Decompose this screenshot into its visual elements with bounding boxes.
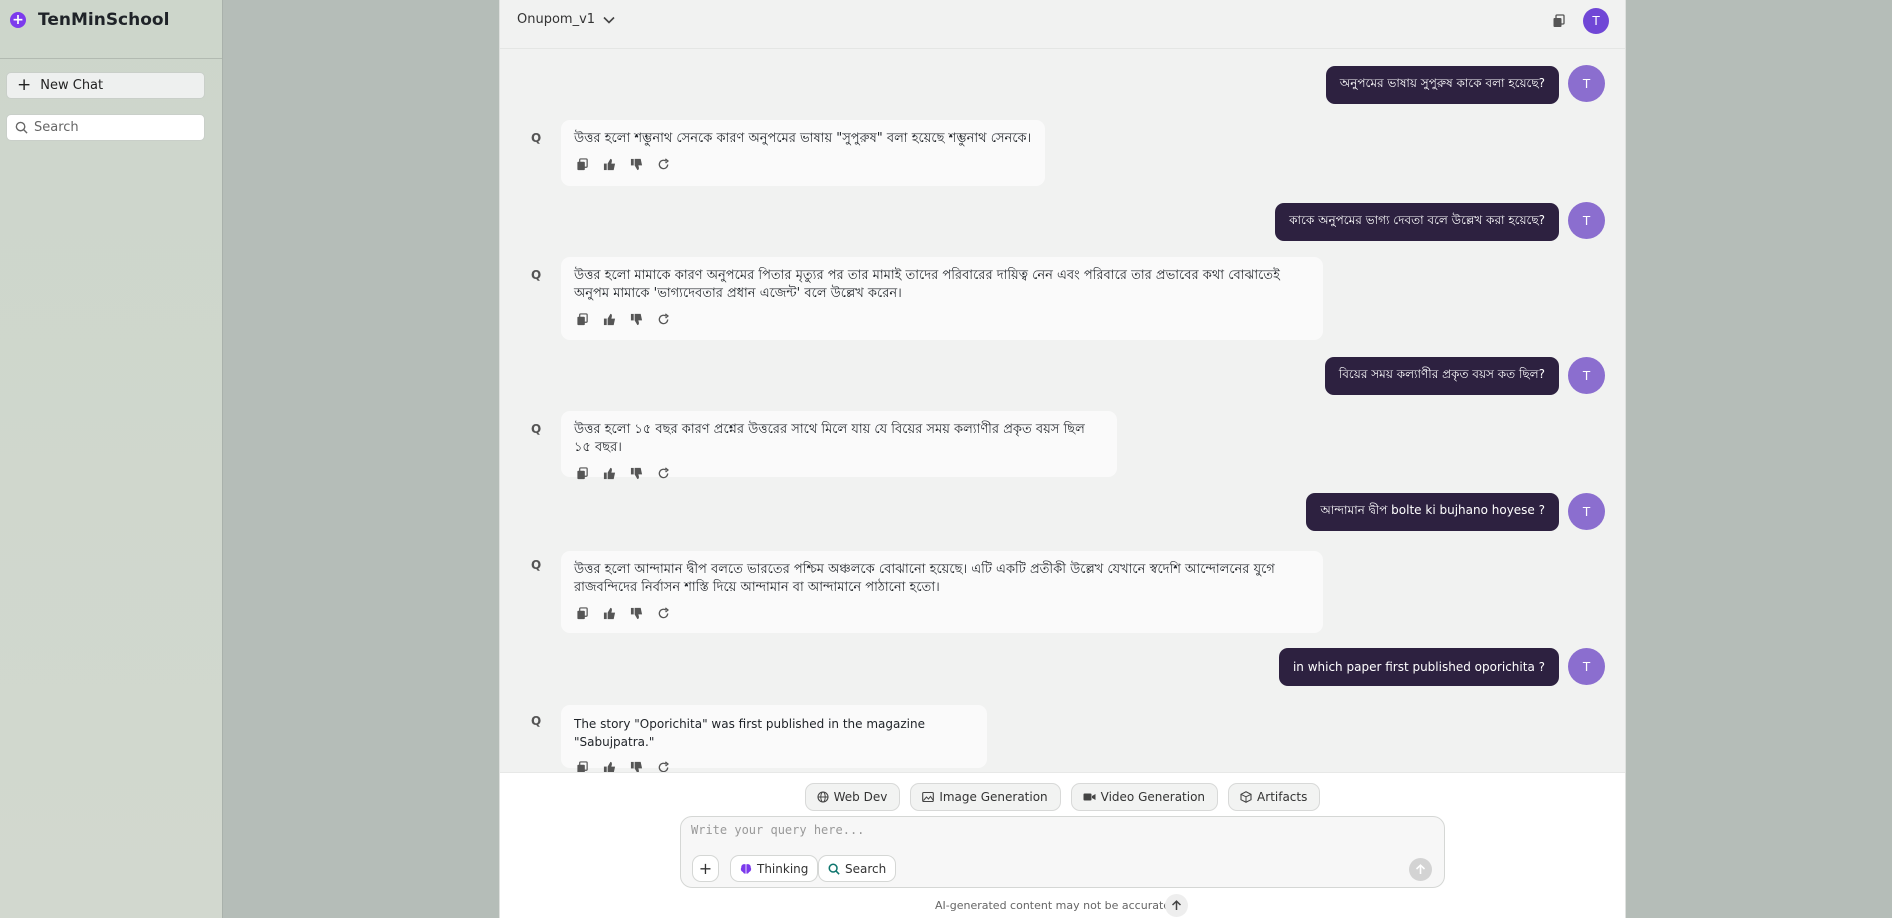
sidebar-divider <box>0 58 222 59</box>
thumbs-down-icon[interactable] <box>628 311 645 328</box>
new-chat-label: New Chat <box>40 78 104 93</box>
assistant-message: উত্তর হলো মামাকে কারণ অনুপমের পিতার মৃত্… <box>561 257 1323 340</box>
web-dev-chip[interactable]: Web Dev <box>804 783 901 811</box>
plus-icon: + <box>17 75 32 95</box>
message-actions <box>574 465 1104 482</box>
top-bar: Onupom_v1 T <box>500 0 1625 49</box>
user-message-text: অনুপমের ভাষায় সুপুরুষ কাকে বলা হয়েছে? <box>1339 76 1545 90</box>
assistant-message: উত্তর হলো শম্ভুনাথ সেনকে কারণ অনুপমের ভা… <box>561 120 1045 186</box>
user-message-text: আন্দামান দ্বীপ bolte ki bujhano hoyese ? <box>1320 503 1545 517</box>
query-input[interactable] <box>691 823 1431 847</box>
composer-area: Web Dev Image Generation Video Generatio… <box>500 772 1625 918</box>
user-message-text: কাকে অনুপমের ভাগ্য দেবতা বলে উল্লেখ করা … <box>1289 213 1545 227</box>
artifacts-label: Artifacts <box>1257 790 1308 804</box>
message-actions <box>574 311 1310 328</box>
image-generation-label: Image Generation <box>939 790 1048 804</box>
video-generation-label: Video Generation <box>1100 790 1206 804</box>
model-selector[interactable]: Onupom_v1 <box>517 12 615 27</box>
copy-icon[interactable] <box>574 465 591 482</box>
assistant-label: Q <box>531 422 542 436</box>
tool-chips: Web Dev Image Generation Video Generatio… <box>500 783 1625 811</box>
assistant-label: Q <box>531 714 542 728</box>
arrow-up-icon <box>1415 864 1426 874</box>
web-dev-label: Web Dev <box>833 790 888 804</box>
user-message-avatar: T <box>1568 65 1605 102</box>
scroll-to-top-button[interactable] <box>1165 894 1188 917</box>
user-avatar[interactable]: T <box>1583 8 1609 34</box>
thumbs-up-icon[interactable] <box>601 311 618 328</box>
brand-plus-icon: + <box>10 12 26 28</box>
user-message-avatar: T <box>1568 648 1605 685</box>
copy-icon[interactable] <box>574 605 591 622</box>
video-camera-icon <box>1083 793 1096 801</box>
regenerate-icon[interactable] <box>655 156 672 173</box>
user-message: বিয়ের সময় কল্যাণীর প্রকৃত বয়স কত ছিল? <box>1324 357 1559 395</box>
attach-button[interactable]: + <box>692 855 719 882</box>
assistant-message-text: উত্তর হলো ১৫ বছর কারণ প্রশ্নের উত্তরের স… <box>574 422 1085 455</box>
brain-icon <box>740 863 752 874</box>
model-name: Onupom_v1 <box>517 12 596 27</box>
brand[interactable]: + TenMinSchool <box>0 0 222 40</box>
assistant-label: Q <box>531 268 542 282</box>
image-generation-chip[interactable]: Image Generation <box>910 783 1061 811</box>
copy-icon[interactable] <box>574 311 591 328</box>
copy-icon[interactable] <box>1552 13 1566 32</box>
sidebar-search-input[interactable] <box>34 120 194 135</box>
thinking-label: Thinking <box>757 861 809 876</box>
search-label: Search <box>845 861 887 876</box>
assistant-message: উত্তর হলো ১৫ বছর কারণ প্রশ্নের উত্তরের স… <box>561 411 1117 480</box>
search-button[interactable]: Search <box>818 855 897 882</box>
assistant-message: উত্তর হলো আন্দামান দ্বীপ বলতে ভারতের পশ্… <box>561 551 1323 633</box>
user-message-text: বিয়ের সময় কল্যাণীর প্রকৃত বয়স কত ছিল? <box>1338 367 1545 381</box>
sidebar-search[interactable] <box>6 114 205 141</box>
search-icon <box>828 863 840 875</box>
message-actions <box>574 605 1310 622</box>
disclaimer: AI-generated content may not be accurate… <box>935 899 1174 912</box>
message-actions <box>574 156 1032 173</box>
thumbs-down-icon[interactable] <box>628 156 645 173</box>
send-button[interactable] <box>1409 858 1432 881</box>
plus-icon: + <box>698 859 713 878</box>
regenerate-icon[interactable] <box>655 465 672 482</box>
cube-icon <box>1240 791 1252 803</box>
user-message-text: in which paper first published oporichit… <box>1292 660 1545 674</box>
user-message-avatar: T <box>1568 357 1605 394</box>
assistant-message-text: উত্তর হলো মামাকে কারণ অনুপমের পিতার মৃত্… <box>574 268 1280 301</box>
image-icon <box>922 791 935 803</box>
assistant-label: Q <box>531 131 542 145</box>
user-message-avatar: T <box>1568 493 1605 530</box>
assistant-label: Q <box>531 558 542 572</box>
regenerate-icon[interactable] <box>655 311 672 328</box>
artifacts-chip[interactable]: Artifacts <box>1228 783 1321 811</box>
thumbs-down-icon[interactable] <box>628 465 645 482</box>
user-message-avatar: T <box>1568 202 1605 239</box>
user-message: আন্দামান দ্বীপ bolte ki bujhano hoyese ? <box>1306 493 1559 531</box>
arrow-up-icon <box>1171 900 1182 910</box>
video-generation-chip[interactable]: Video Generation <box>1070 783 1219 811</box>
thinking-button[interactable]: Thinking <box>730 855 819 882</box>
sidebar: + TenMinSchool + New Chat <box>0 0 223 918</box>
globe-icon <box>817 791 829 803</box>
new-chat-button[interactable]: + New Chat <box>6 72 205 99</box>
user-message: in which paper first published oporichit… <box>1278 648 1559 686</box>
search-icon <box>15 121 28 134</box>
composer: + Thinking Search <box>680 816 1445 888</box>
chevron-down-icon <box>603 16 615 24</box>
user-message: অনুপমের ভাষায় সুপুরুষ কাকে বলা হয়েছে? <box>1325 66 1559 104</box>
assistant-message-text: উত্তর হলো শম্ভুনাথ সেনকে কারণ অনুপমের ভা… <box>574 131 1032 146</box>
copy-icon[interactable] <box>574 156 591 173</box>
assistant-message-text: উত্তর হলো আন্দামান দ্বীপ বলতে ভারতের পশ্… <box>574 562 1275 595</box>
thumbs-down-icon[interactable] <box>628 605 645 622</box>
assistant-message-text: The story "Oporichita" was first publish… <box>574 717 925 749</box>
thumbs-up-icon[interactable] <box>601 465 618 482</box>
assistant-message: The story "Oporichita" was first publish… <box>561 705 987 774</box>
regenerate-icon[interactable] <box>655 605 672 622</box>
brand-name: TenMinSchool <box>38 10 170 30</box>
chat-panel: Onupom_v1 T অনুপমের ভাষায় সুপুরুষ কাকে … <box>499 0 1626 918</box>
thumbs-up-icon[interactable] <box>601 605 618 622</box>
user-message: কাকে অনুপমের ভাগ্য দেবতা বলে উল্লেখ করা … <box>1275 203 1559 241</box>
thumbs-up-icon[interactable] <box>601 156 618 173</box>
